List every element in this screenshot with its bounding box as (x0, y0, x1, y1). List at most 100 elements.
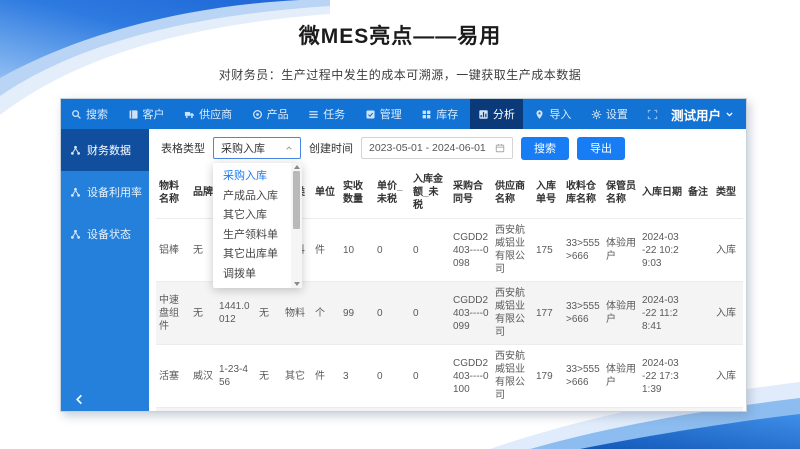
table-cell: CGDD2403----0100 (450, 345, 492, 408)
column-header: 采购合同号 (450, 167, 492, 219)
table-cell: 活塞 (156, 408, 190, 412)
table-cell: 其它 (282, 345, 312, 408)
table-cell: 入库 (713, 219, 743, 282)
table-cell: 无 (190, 282, 216, 345)
dropdown-option[interactable]: 产成品入库 (213, 187, 291, 207)
nav-item-import[interactable]: 导入 (526, 99, 579, 129)
table-type-value: 采购入库 (221, 140, 265, 156)
column-header: 收料仓库名称 (563, 167, 603, 219)
fullscreen-icon[interactable] (638, 109, 667, 120)
table-cell: 西安航威铝业有限公司 (492, 345, 533, 408)
nav-item-label: 任务 (323, 106, 345, 122)
search-icon (71, 109, 82, 120)
nav-item-search[interactable]: 搜索 (63, 99, 116, 129)
user-menu[interactable]: 测试用户 (667, 105, 746, 124)
column-header: 供应商名称 (492, 167, 533, 219)
share-nodes-icon (70, 187, 81, 198)
nav-item-customers[interactable]: 客户 (120, 99, 173, 129)
table-cell: 33>555>666 (563, 345, 603, 408)
table-type-select[interactable]: 采购入库 (213, 137, 301, 159)
products-icon (252, 109, 263, 120)
table-cell: 中速盘组件 (156, 282, 190, 345)
nav-item-settings[interactable]: 设置 (583, 99, 636, 129)
table-type-dropdown: 采购入库产成品入库其它入库生产领料单其它出库单调拨单 (213, 163, 302, 288)
table-cell: 威汉 (190, 345, 216, 408)
tasks-icon (308, 109, 319, 120)
sidebar-item-label: 财务数据 (87, 142, 131, 158)
table-cell: 西安航威铝业有限公司 (492, 408, 533, 412)
content-area: 表格类型 采购入库 采购入库产成品入库其它入库生产领料单其它出库单调拨单 (149, 129, 746, 411)
nav-item-label: 产品 (267, 106, 289, 122)
sidebar-item-finance-data[interactable]: 财务数据 (61, 129, 149, 171)
table-type-label: 表格类型 (161, 140, 205, 156)
column-header: 入库日期 (639, 167, 685, 219)
nav-item-analysis[interactable]: 分析 (470, 99, 523, 129)
created-time-label: 创建时间 (309, 140, 353, 156)
settings-icon (591, 109, 602, 120)
dropdown-option[interactable]: 其它入库 (213, 206, 291, 226)
nav-item-tasks[interactable]: 任务 (300, 99, 353, 129)
table-cell: 活塞 (156, 345, 190, 408)
page-title: 微MES亮点——易用 (0, 20, 800, 50)
column-header: 单价_未税 (374, 167, 410, 219)
table-cell: 体验用户 (603, 408, 639, 412)
sidebar-item-equipment-utilization[interactable]: 设备利用率 (61, 171, 149, 213)
table-cell: 154.86725664 (374, 408, 410, 412)
table-cell: 入库 (713, 345, 743, 408)
share-nodes-icon (70, 229, 81, 240)
chevron-down-icon (725, 110, 734, 119)
table-cell: 33>555>666 (563, 282, 603, 345)
nav-item-inventory[interactable]: 库存 (413, 99, 466, 129)
dropdown-scrollbar[interactable] (291, 163, 302, 288)
table-cell: CGDD2403----0098 (450, 219, 492, 282)
dropdown-option[interactable]: 生产领料单 (213, 226, 291, 246)
sidebar-item-equipment-status[interactable]: 设备状态 (61, 213, 149, 255)
page-subtitle: 对财务员：生产过程中发生的成本可溯源，一键获取生产成本数据 (0, 66, 800, 83)
table-cell: 0 (410, 345, 450, 408)
table-type-select-wrap: 采购入库 采购入库产成品入库其它入库生产领料单其它出库单调拨单 (213, 137, 301, 159)
nav-item-label: 库存 (436, 106, 458, 122)
column-header: 单位 (312, 167, 340, 219)
table-row: 活塞威汉1-23-456无其它件300CGDD2403----0100西安航威铝… (156, 345, 743, 408)
table-cell: 177 (533, 282, 563, 345)
nav-item-management[interactable]: 管理 (357, 99, 410, 129)
nav-item-label: 客户 (143, 106, 165, 122)
table-cell: 无 (256, 282, 282, 345)
dropdown-options: 采购入库产成品入库其它入库生产领料单其它出库单调拨单 (213, 163, 291, 288)
column-header: 物料名称 (156, 167, 190, 219)
table-cell: 0 (374, 219, 410, 282)
import-icon (534, 109, 545, 120)
table-cell: 铝棒 (156, 219, 190, 282)
table-cell: 175 (533, 219, 563, 282)
top-navbar: 搜索 客户供应商 产品 任务管理 库存分析导入设置 测试用户 (61, 99, 746, 129)
scroll-up-icon[interactable] (294, 165, 300, 169)
table-cell: 体验用户 (603, 345, 639, 408)
date-range-value: 2023-05-01 - 2024-06-01 (369, 142, 486, 154)
table-cell: 无 (256, 408, 282, 412)
table-cell: 0 (410, 219, 450, 282)
management-icon (365, 109, 376, 120)
table-cell: 西安航威铝业有限公司 (492, 219, 533, 282)
search-button[interactable]: 搜索 (521, 137, 569, 160)
export-button[interactable]: 导出 (577, 137, 625, 160)
table-cell: CGDD2403----0102 (450, 408, 492, 412)
table-cell: CGDD2403----0099 (450, 282, 492, 345)
scroll-down-icon[interactable] (294, 282, 300, 286)
dropdown-option[interactable]: 其它出库单 (213, 245, 291, 265)
inventory-icon (421, 109, 432, 120)
user-name: 测试用户 (671, 105, 721, 124)
table-cell: 99 (340, 282, 374, 345)
table-cell: 入库 (713, 282, 743, 345)
nav-right: 测试用户 (638, 99, 746, 129)
suppliers-icon (184, 109, 195, 120)
dropdown-option[interactable]: 调拨单 (213, 265, 291, 285)
calendar-icon (495, 143, 505, 153)
table-row: 活塞威汉1-23-456无其它件10154.867256641548.67256… (156, 408, 743, 412)
nav-item-products[interactable]: 产品 (244, 99, 297, 129)
dropdown-option[interactable]: 采购入库 (213, 167, 291, 187)
nav-item-suppliers[interactable]: 供应商 (176, 99, 240, 129)
scrollbar-thumb[interactable] (293, 171, 300, 229)
table-cell: 0 (374, 282, 410, 345)
date-range-input[interactable]: 2023-05-01 - 2024-06-01 (361, 137, 513, 159)
sidebar-collapse-button[interactable] (74, 394, 85, 405)
